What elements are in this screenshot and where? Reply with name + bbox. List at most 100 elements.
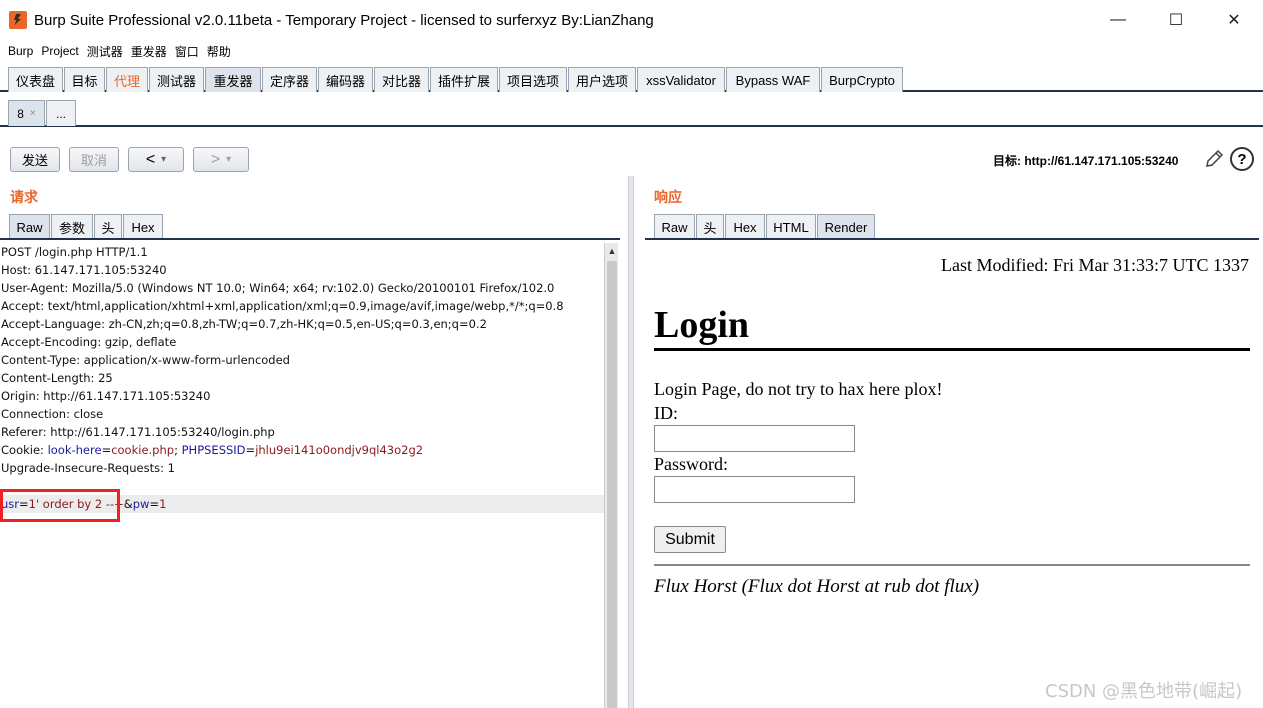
id-input[interactable] [654, 425, 855, 452]
request-tab-underline [0, 238, 620, 240]
cookie-name: PHPSESSID [181, 443, 246, 457]
cookie-value: jhlu9ei141o0ondjv9ql43o2g2 [255, 443, 424, 457]
request-tab-hex[interactable]: Hex [123, 214, 163, 239]
menu-window[interactable]: 窗口 [175, 43, 199, 60]
heading-rule [654, 348, 1250, 351]
response-tab-headers[interactable]: 头 [696, 214, 724, 239]
split-pane-divider[interactable] [628, 176, 634, 708]
menu-project[interactable]: Project [41, 44, 78, 58]
send-button[interactable]: 发送 [10, 147, 60, 172]
cookie-value: cookie.php [111, 443, 175, 457]
menu-help[interactable]: 帮助 [207, 43, 231, 60]
body-eq: = [149, 497, 160, 511]
request-tab-params[interactable]: 参数 [51, 214, 93, 239]
scrollbar-thumb[interactable] [607, 261, 617, 708]
highlight-annotation-box [0, 489, 120, 522]
watermark: CSDN @黑色地带(崛起) [1045, 681, 1243, 702]
tab-decoder[interactable]: 编码器 [318, 67, 373, 92]
minimize-button[interactable]: — [1089, 0, 1147, 40]
tab-xssvalidator[interactable]: xssValidator [637, 67, 725, 92]
request-line: Content-Length: 25 [1, 371, 113, 385]
body-param-name: pw [132, 497, 150, 511]
request-editor[interactable]: POST /login.php HTTP/1.1 Host: 61.147.17… [0, 243, 604, 708]
menu-bar: Burp Project 测试器 重发器 窗口 帮助 [0, 40, 1263, 62]
repeater-tab-label: 8 [17, 106, 24, 121]
response-view-tabs: Raw 头 Hex HTML Render [645, 214, 1259, 239]
title-bar: Burp Suite Professional v2.0.11beta - Te… [0, 0, 1263, 40]
request-line: Upgrade-Insecure-Requests: 1 [1, 461, 175, 475]
back-button[interactable]: < ▾ [128, 147, 184, 172]
repeater-tab-new[interactable]: ... [46, 100, 76, 126]
tab-extender[interactable]: 插件扩展 [430, 67, 498, 92]
footer-rule [654, 564, 1250, 566]
tab-proxy[interactable]: 代理 [106, 67, 148, 92]
scroll-up-icon[interactable]: ▲ [605, 243, 619, 259]
tab-bypass-waf[interactable]: Bypass WAF [726, 67, 820, 92]
tab-intruder[interactable]: 测试器 [149, 67, 204, 92]
last-modified-text: Last Modified: Fri Mar 31:33:7 UTC 1337 [941, 255, 1249, 275]
repeater-tab-bar: 8 × ... [0, 97, 1263, 127]
target-label: 目标: http://61.147.171.105:53240 [993, 154, 1179, 168]
request-line: Accept-Language: zh-CN,zh;q=0.8,zh-TW;q=… [1, 317, 487, 331]
intro-text: Login Page, do not try to hax here plox! [654, 379, 943, 399]
request-label: 请求 [10, 189, 38, 205]
back-arrow-icon: < [145, 150, 156, 168]
request-scrollbar[interactable]: ▲ [604, 243, 618, 708]
main-tab-bar: 仪表盘 目标 代理 测试器 重发器 定序器 编码器 对比器 插件扩展 项目选项 … [0, 65, 1263, 92]
menu-repeater[interactable]: 重发器 [131, 43, 167, 60]
cookie-sep: ; [174, 443, 182, 457]
response-tab-raw[interactable]: Raw [654, 214, 695, 239]
id-label: ID: [654, 403, 678, 423]
tab-project-options[interactable]: 项目选项 [499, 67, 567, 92]
rendered-page: Last Modified: Fri Mar 31:33:7 UTC 1337 … [645, 247, 1255, 708]
response-label: 响应 [654, 189, 682, 205]
tab-repeater[interactable]: 重发器 [205, 67, 261, 92]
request-tab-headers[interactable]: 头 [94, 214, 122, 239]
cookie-prefix: Cookie: [1, 443, 48, 457]
back-dropdown-icon: ▾ [161, 154, 167, 165]
login-heading: Login [654, 304, 750, 346]
close-button[interactable]: ✕ [1205, 0, 1263, 40]
cancel-button[interactable]: 取消 [69, 147, 119, 172]
request-line: Content-Type: application/x-www-form-url… [1, 353, 290, 367]
password-label: Password: [654, 454, 729, 474]
request-line: Host: 61.147.171.105:53240 [1, 263, 167, 277]
request-line: POST /login.php HTTP/1.1 [1, 245, 148, 259]
burp-logo-icon [9, 11, 27, 29]
edit-target-pencil-icon[interactable] [1203, 148, 1225, 170]
response-tab-underline [645, 238, 1259, 240]
maximize-button[interactable]: ☐ [1147, 0, 1205, 40]
forward-arrow-icon: > [210, 150, 221, 168]
request-line: Accept-Encoding: gzip, deflate [1, 335, 177, 349]
close-tab-icon[interactable]: × [30, 108, 36, 119]
tab-user-options[interactable]: 用户选项 [568, 67, 636, 92]
request-view-tabs: Raw 参数 头 Hex [0, 214, 620, 239]
forward-dropdown-icon: ▾ [226, 154, 232, 165]
cookie-name: look-here [47, 443, 102, 457]
tab-burpcrypto[interactable]: BurpCrypto [821, 67, 903, 92]
window-title: Burp Suite Professional v2.0.11beta - Te… [34, 11, 654, 29]
tab-comparer[interactable]: 对比器 [374, 67, 429, 92]
request-line: Origin: http://61.147.171.105:53240 [1, 389, 211, 403]
password-input[interactable] [654, 476, 855, 503]
body-amp: & [123, 497, 133, 511]
request-line: Accept: text/html,application/xhtml+xml,… [1, 299, 564, 313]
tab-dashboard[interactable]: 仪表盘 [8, 67, 63, 92]
request-line: User-Agent: Mozilla/5.0 (Windows NT 10.0… [1, 281, 555, 295]
cookie-eq: = [101, 443, 112, 457]
cookie-eq: = [245, 443, 256, 457]
response-tab-hex[interactable]: Hex [725, 214, 765, 239]
response-tab-html[interactable]: HTML [766, 214, 816, 239]
response-tab-render[interactable]: Render [817, 214, 875, 239]
request-line: Connection: close [1, 407, 104, 421]
request-line: Referer: http://61.147.171.105:53240/log… [1, 425, 275, 439]
menu-burp[interactable]: Burp [8, 44, 33, 58]
tab-sequencer[interactable]: 定序器 [262, 67, 317, 92]
help-icon[interactable]: ? [1230, 147, 1254, 171]
menu-intruder[interactable]: 测试器 [87, 43, 123, 60]
forward-button[interactable]: > ▾ [193, 147, 249, 172]
request-tab-raw[interactable]: Raw [9, 214, 50, 239]
repeater-tab-current[interactable]: 8 × [8, 100, 45, 126]
tab-target[interactable]: 目标 [64, 67, 105, 92]
submit-button[interactable]: Submit [654, 526, 726, 553]
